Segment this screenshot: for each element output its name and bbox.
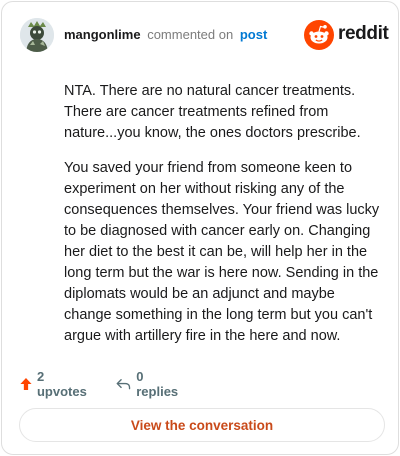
reply-count[interactable]: 0 replies (116, 369, 181, 399)
brand-wordmark: reddit (338, 23, 389, 44)
reddit-logo-icon (304, 20, 334, 50)
upvote-arrow-icon (20, 378, 32, 390)
avatar[interactable] (20, 18, 54, 52)
username-link[interactable]: mangonlime (64, 27, 141, 42)
reddit-brand[interactable]: reddit (304, 20, 389, 50)
comment-header: mangonlime commented on post reddit (20, 18, 389, 52)
comment-paragraph-1: NTA. There are no natural cancer treatme… (64, 83, 361, 141)
upvote-count[interactable]: 2 upvotes (20, 369, 89, 399)
comment-paragraph-2: You saved your friend from someone keen … (64, 160, 380, 344)
upvote-label: 2 upvotes (36, 369, 87, 399)
comment-meta: mangonlime commented on post (64, 27, 267, 42)
comment-embed-card: mangonlime commented on post reddit NTA.… (1, 1, 399, 455)
avatar-image (20, 18, 54, 52)
reply-arrow-icon (116, 379, 131, 390)
action-text: commented on (147, 27, 234, 42)
comment-body: NTA. There are no natural cancer treatme… (64, 81, 384, 361)
post-link[interactable]: post (240, 27, 267, 42)
view-conversation-button[interactable]: View the conversation (19, 408, 385, 442)
reply-label: 0 replies (136, 369, 179, 399)
